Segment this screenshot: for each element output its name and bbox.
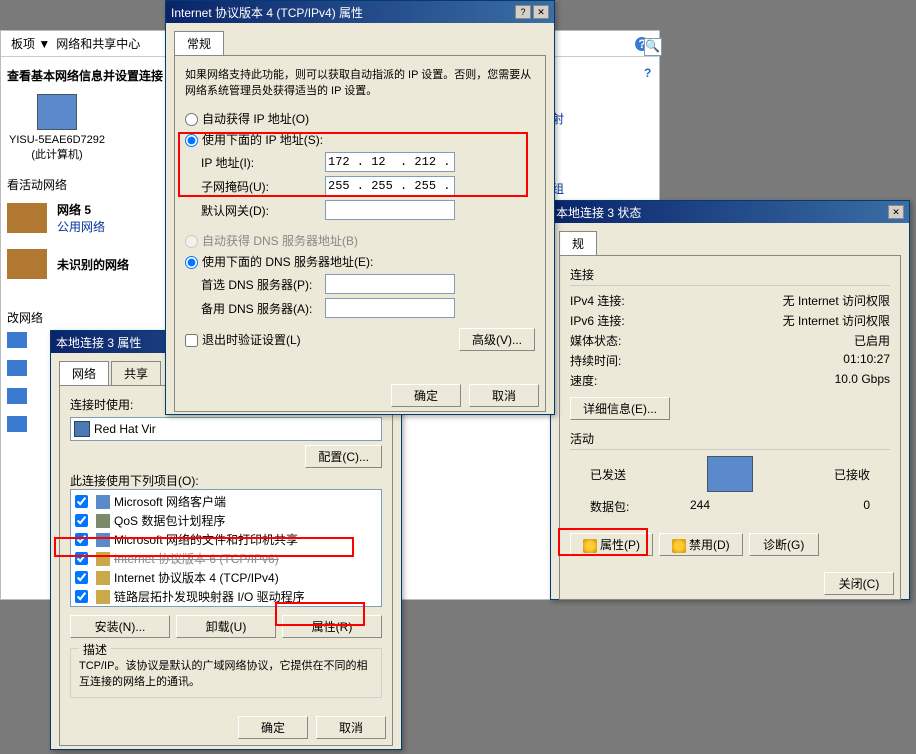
disable-button[interactable]: 禁用(D)	[659, 533, 743, 556]
this-pc-icon[interactable]: YISU-5EAE6D7292 (此计算机)	[7, 94, 107, 162]
auto-ip-radio[interactable]: 自动获得 IP 地址(O)	[185, 110, 309, 127]
tab-network[interactable]: 网络	[59, 361, 109, 385]
description-legend: 描述	[79, 641, 111, 658]
window-title: 本地连接 3 状态	[556, 204, 641, 221]
close-icon[interactable]: ✕	[533, 5, 549, 19]
uses-items-label: 此连接使用下列项目(O):	[70, 472, 382, 489]
lltd-icon	[96, 590, 110, 604]
diagnose-button[interactable]: 诊断(G)	[749, 533, 819, 556]
item-checkbox[interactable]	[75, 514, 88, 527]
network-name-unknown: 未识别的网络	[57, 256, 129, 273]
properties-button[interactable]: 属性(P)	[570, 533, 653, 556]
help-icon[interactable]: ?	[644, 66, 662, 84]
dns1-input[interactable]	[325, 274, 455, 294]
advanced-button[interactable]: 高级(V)...	[459, 328, 535, 351]
cancel-button[interactable]: 取消	[316, 716, 386, 739]
tab-sharing[interactable]: 共享	[111, 361, 161, 385]
tab-general[interactable]: 规	[559, 231, 597, 255]
cancel-button[interactable]: 取消	[469, 384, 539, 407]
protocol-icon	[96, 552, 110, 566]
gateway-input[interactable]	[325, 200, 455, 220]
ip-address-input[interactable]	[325, 152, 455, 172]
item-checkbox[interactable]	[75, 571, 88, 584]
intro-text: 如果网络支持此功能，则可以获取自动指派的 IP 设置。否则，您需要从网络系统管理…	[185, 66, 535, 98]
qos-icon	[96, 514, 110, 528]
details-button[interactable]: 详细信息(E)...	[570, 397, 670, 420]
network-type-link[interactable]: 公用网络	[57, 218, 105, 235]
activity-icon	[707, 456, 753, 492]
close-button[interactable]: 关闭(C)	[824, 572, 894, 595]
connection-status-window: 本地连接 3 状态 ✕ 规 连接 IPv4 连接:无 Internet 访问权限…	[550, 200, 910, 600]
shield-icon	[672, 539, 686, 553]
protocol-icon	[96, 571, 110, 585]
breadcrumb-title[interactable]: 网络和共享中心	[56, 35, 140, 52]
auto-dns-radio: 自动获得 DNS 服务器地址(B)	[185, 232, 358, 249]
description-text: TCP/IP。该协议是默认的广域网络协议，它提供在不同的相互连接的网络上的通讯。	[79, 657, 373, 689]
connection-heading: 连接	[570, 266, 890, 283]
close-icon[interactable]: ✕	[888, 205, 904, 219]
help-icon[interactable]: ?	[515, 5, 531, 19]
adapter-icon	[74, 421, 90, 437]
install-button[interactable]: 安装(N)...	[70, 615, 170, 638]
dns2-input[interactable]	[325, 298, 455, 318]
uninstall-button[interactable]: 卸载(U)	[176, 615, 276, 638]
window-title: Internet 协议版本 4 (TCP/IPv4) 属性	[171, 4, 363, 21]
window-title: 本地连接 3 属性	[56, 334, 141, 351]
adapter-name: Red Hat Vir	[94, 422, 156, 436]
item-checkbox[interactable]	[75, 590, 88, 603]
validate-checkbox[interactable]: 退出时验证设置(L)	[185, 331, 301, 348]
item-checkbox[interactable]	[75, 533, 88, 546]
items-listbox[interactable]: Microsoft 网络客户端 QoS 数据包计划程序 Microsoft 网络…	[70, 489, 382, 607]
ipv4-properties-window: Internet 协议版本 4 (TCP/IPv4) 属性 ? ✕ 常规 如果网…	[165, 0, 555, 415]
connect-icon[interactable]	[7, 360, 27, 376]
properties-button[interactable]: 属性(R)	[282, 615, 382, 638]
configure-button[interactable]: 配置(C)...	[305, 445, 382, 468]
ok-button[interactable]: 确定	[391, 384, 461, 407]
troubleshoot-icon[interactable]	[7, 416, 27, 432]
activity-heading: 活动	[570, 430, 890, 447]
search-icon[interactable]: 🔍	[644, 38, 662, 56]
network-icon	[7, 249, 47, 279]
item-checkbox[interactable]	[75, 552, 88, 565]
shield-icon	[583, 539, 597, 553]
breadcrumb-options[interactable]: 板项 ▼	[11, 35, 50, 52]
use-dns-radio[interactable]: 使用下面的 DNS 服务器地址(E):	[185, 253, 373, 270]
use-ip-radio[interactable]: 使用下面的 IP 地址(S):	[185, 131, 323, 148]
fileprint-icon	[96, 533, 110, 547]
item-checkbox[interactable]	[75, 495, 88, 508]
tab-general[interactable]: 常规	[174, 31, 224, 55]
ok-button[interactable]: 确定	[238, 716, 308, 739]
network-name: 网络 5	[57, 201, 105, 218]
client-icon	[96, 495, 110, 509]
homegroup-icon[interactable]	[7, 388, 27, 404]
setup-icon[interactable]	[7, 332, 27, 348]
subnet-mask-input[interactable]	[325, 176, 455, 196]
network-icon	[7, 203, 47, 233]
